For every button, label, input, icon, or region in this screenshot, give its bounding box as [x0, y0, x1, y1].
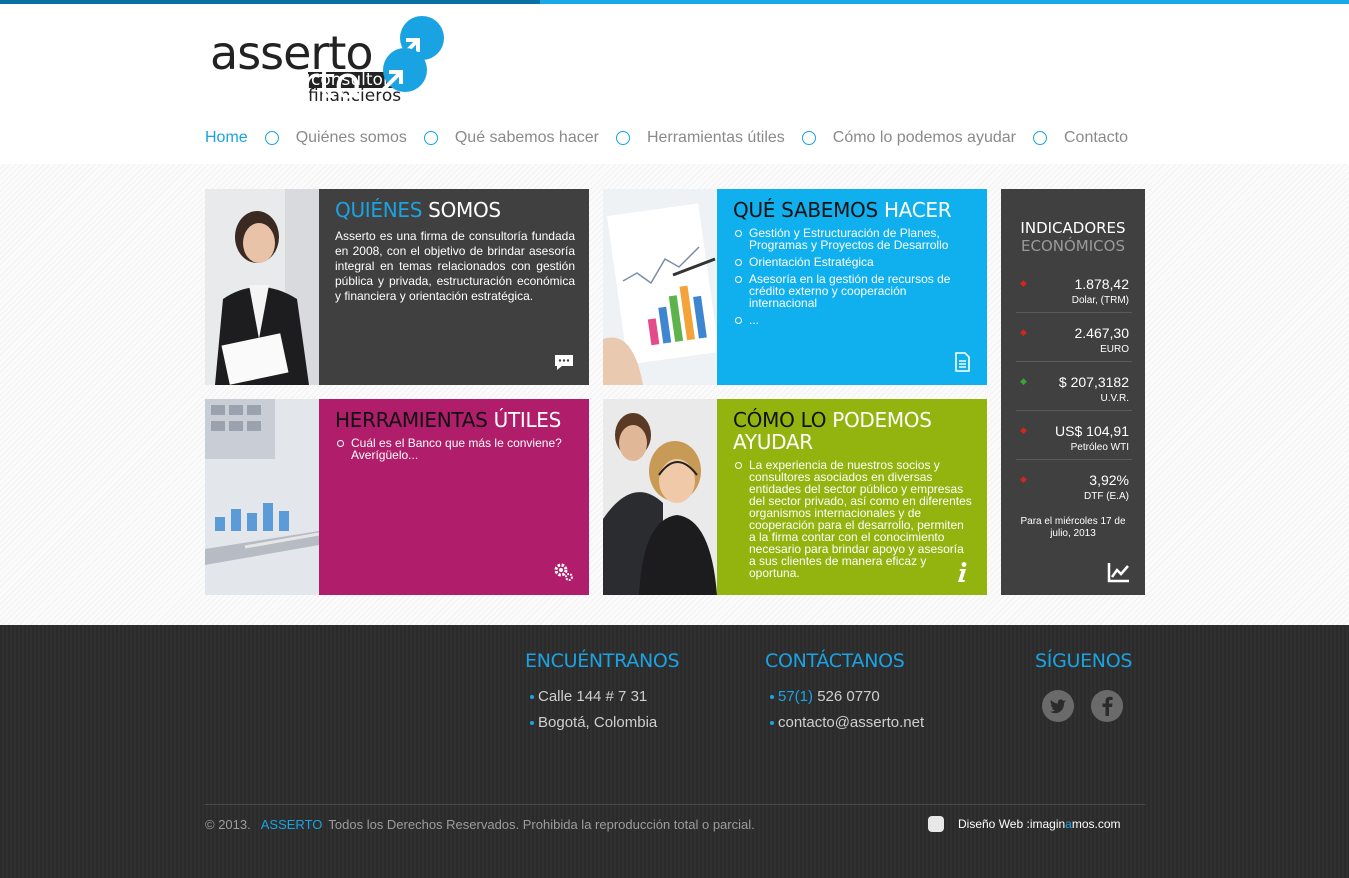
- indicators-date: Para el miércoles 17 de julio, 2013: [1020, 516, 1126, 539]
- card-list: Gestión y Estructuración de Planes, Prog…: [733, 227, 973, 326]
- indicators-subtitle: ECONÓMICOS: [1021, 237, 1125, 255]
- nav-separator-icon: [1032, 131, 1047, 145]
- trend-down-icon: ◆: [1020, 474, 1027, 484]
- card-como-podemos-ayudar[interactable]: CÓMO LO PODEMOS AYUDAR La experiencia de …: [603, 399, 987, 595]
- list-item[interactable]: Cuál es el Banco que más le conviene? Av…: [335, 437, 575, 461]
- trend-up-icon: ◆: [1020, 376, 1027, 386]
- indicator-row: ◆ US$ 104,91 Petróleo WTI: [1016, 411, 1132, 460]
- footer-city: Bogotá, Colombia: [530, 714, 657, 731]
- card-list: La experiencia de nuestros socios y cons…: [733, 459, 973, 579]
- card-title: CÓMO LO PODEMOS AYUDAR: [733, 408, 932, 454]
- info-icon: [958, 562, 967, 582]
- list-item[interactable]: ...: [733, 314, 973, 326]
- nav-item-contacto[interactable]: Contacto: [1064, 129, 1128, 147]
- footer-email[interactable]: contacto@asserto.net: [770, 714, 924, 731]
- chart-clipboard-photo: [603, 189, 717, 385]
- footer-heading-contactanos: CONTÁCTANOS: [765, 650, 905, 672]
- card-quienes-somos[interactable]: QUIÉNES SOMOS Asserto es una firma de co…: [205, 189, 589, 385]
- facebook-icon[interactable]: [1091, 690, 1123, 722]
- list-item[interactable]: Orientación Estratégica: [733, 256, 973, 268]
- document-icon: [955, 352, 970, 372]
- logo-line-2: financieros: [298, 116, 392, 136]
- calculator-pen-photo: [205, 399, 319, 595]
- indicator-row: ◆ 2.467,30 EURO: [1016, 313, 1132, 362]
- call-center-photo: [603, 399, 717, 595]
- brand-link[interactable]: ASSERTO: [261, 817, 323, 832]
- card-herramientas-utiles[interactable]: HERRAMIENTAS ÚTILES Cuál es el Banco que…: [205, 399, 589, 595]
- card-que-sabemos-hacer[interactable]: QUÉ SABEMOS HACER Gestión y Estructuraci…: [603, 189, 987, 385]
- list-item[interactable]: Gestión y Estructuración de Planes, Prog…: [733, 227, 973, 251]
- nav-separator-icon: [801, 131, 816, 145]
- card-title: QUÉ SABEMOS HACER: [733, 198, 952, 222]
- design-credit[interactable]: Diseño Web : imagin a mos.com: [928, 816, 1121, 832]
- trend-down-icon: ◆: [1020, 327, 1027, 337]
- footer-heading-encuentranos: ENCUÉNTRANOS: [525, 650, 680, 672]
- card-title: HERRAMIENTAS ÚTILES: [335, 408, 562, 432]
- economic-indicators-panel: INDICADORES ECONÓMICOS ◆ 1.878,42 Dolar,…: [1001, 189, 1145, 595]
- footer-logo[interactable]: asserto consultores financieros: [205, 48, 435, 140]
- trend-down-icon: ◆: [1020, 425, 1027, 435]
- chat-icon: [555, 355, 573, 370]
- businesswoman-photo: [205, 189, 319, 385]
- chart-icon[interactable]: [1107, 561, 1131, 583]
- footer-address: Calle 144 # 7 31: [530, 688, 647, 705]
- indicator-row: ◆ 3,92% DTF (E.A): [1020, 472, 1129, 502]
- indicator-row: ◆ 1.878,42 Dolar, (TRM): [1016, 264, 1132, 313]
- footer-copyright: © 2013. ASSERTO Todos los Derechos Reserva…: [205, 817, 755, 832]
- card-description: Asserto es una firma de consultoría fund…: [335, 229, 575, 303]
- footer-divider: [205, 804, 1145, 805]
- gears-icon: [554, 563, 573, 581]
- trend-down-icon: ◆: [1020, 278, 1027, 288]
- nav-separator-icon: [615, 131, 630, 145]
- footer-phone[interactable]: 57(1) 526 0770: [770, 688, 880, 705]
- nav-item-que-sabemos-hacer[interactable]: Qué sabemos hacer: [455, 129, 599, 147]
- top-accent-bar: [0, 0, 1349, 4]
- nav-item-herramientas[interactable]: Herramientas útiles: [647, 129, 785, 147]
- card-title: QUIÉNES SOMOS: [335, 198, 501, 222]
- footer-heading-siguenos: SÍGUENOS: [1035, 650, 1133, 672]
- card-list: Cuál es el Banco que más le conviene? Av…: [335, 437, 575, 461]
- indicator-row: ◆ $ 207,3182 U.V.R.: [1016, 362, 1132, 411]
- indicators-title: INDICADORES: [1020, 219, 1126, 237]
- list-item[interactable]: La experiencia de nuestros socios y cons…: [733, 459, 973, 579]
- twitter-icon[interactable]: [1042, 690, 1074, 722]
- nav-item-como-ayudar[interactable]: Cómo lo podemos ayudar: [833, 129, 1016, 147]
- list-item[interactable]: Asesoría en la gestión de recursos de cr…: [733, 273, 973, 309]
- designer-logo-icon: [928, 816, 944, 832]
- logo-arrow-icon: [379, 70, 403, 94]
